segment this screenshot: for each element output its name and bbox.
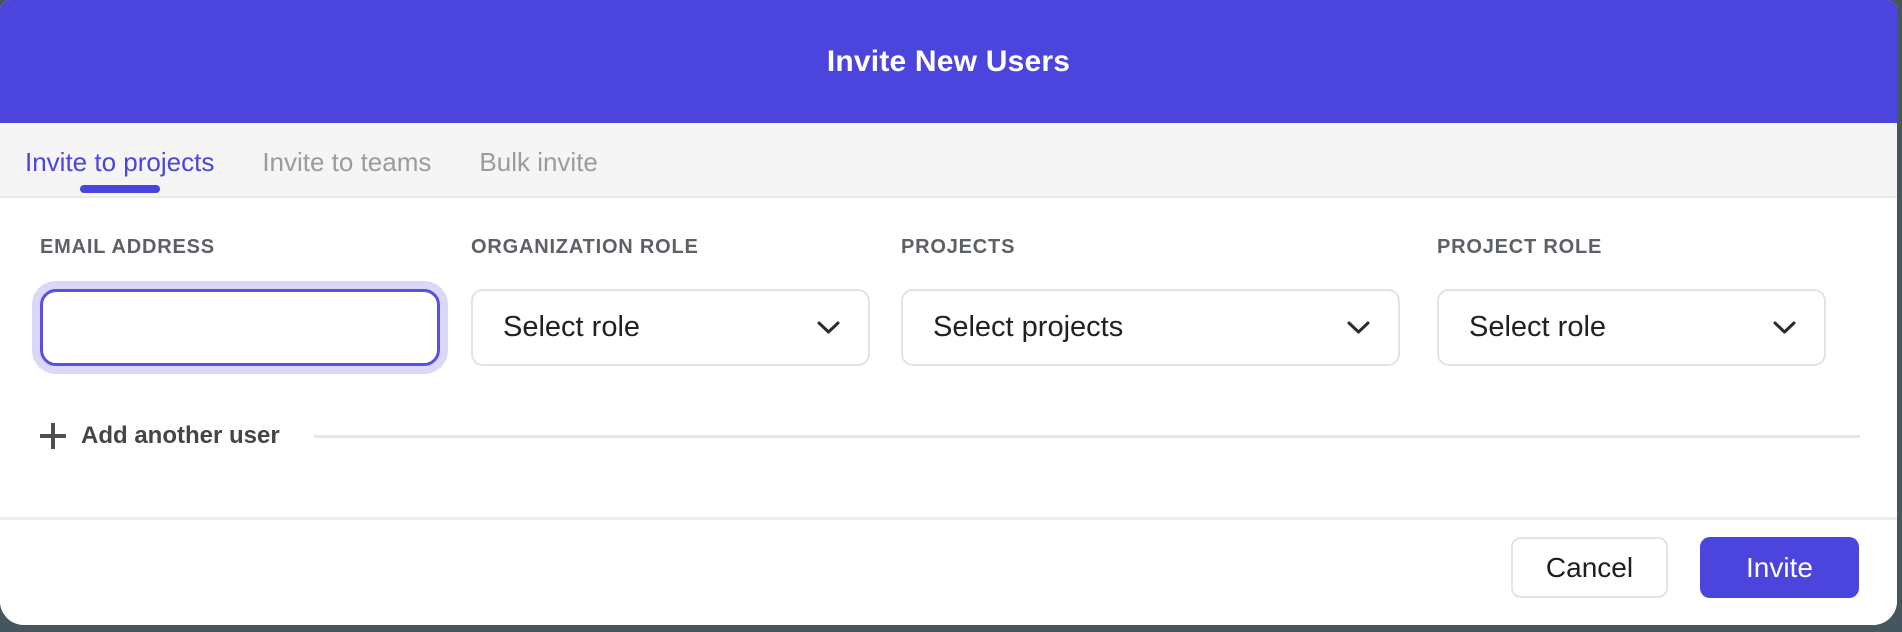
page-background: Invite New Users Invite to projects Invi…: [0, 0, 1902, 632]
projects-label: PROJECTS: [901, 236, 1400, 259]
chevron-down-icon: [1347, 321, 1370, 334]
tab-label: Invite to teams: [262, 147, 431, 178]
project-role-select[interactable]: Select role: [1437, 289, 1826, 366]
organization-role-field-group: ORGANIZATION ROLE Select role: [471, 236, 870, 366]
dialog-header: Invite New Users: [0, 0, 1897, 123]
projects-value: Select projects: [933, 311, 1123, 344]
add-another-user-button[interactable]: Add another user: [40, 422, 280, 450]
projects-select[interactable]: Select projects: [901, 289, 1400, 366]
tab-bar: Invite to projects Invite to teams Bulk …: [0, 123, 1897, 198]
dialog-title: Invite New Users: [827, 45, 1070, 79]
projects-field-group: PROJECTS Select projects: [901, 236, 1400, 366]
organization-role-value: Select role: [503, 311, 640, 344]
invite-new-users-dialog: Invite New Users Invite to projects Invi…: [0, 0, 1897, 625]
cancel-button[interactable]: Cancel: [1511, 537, 1668, 598]
tab-invite-to-projects[interactable]: Invite to projects: [25, 123, 214, 196]
organization-role-label: ORGANIZATION ROLE: [471, 236, 870, 259]
tab-invite-to-teams[interactable]: Invite to teams: [262, 123, 431, 196]
email-address-label: EMAIL ADDRESS: [40, 236, 440, 259]
project-role-field-group: PROJECT ROLE Select role: [1437, 236, 1826, 366]
cancel-button-label: Cancel: [1546, 552, 1633, 584]
email-address-field-group: EMAIL ADDRESS: [40, 236, 440, 366]
tab-label: Bulk invite: [479, 147, 598, 178]
horizontal-divider: [314, 435, 1860, 438]
project-role-label: PROJECT ROLE: [1437, 236, 1826, 259]
add-user-row: Add another user: [40, 416, 1860, 456]
email-address-input[interactable]: [40, 289, 440, 366]
add-another-user-label: Add another user: [81, 422, 280, 450]
tab-bulk-invite[interactable]: Bulk invite: [479, 123, 598, 196]
organization-role-select[interactable]: Select role: [471, 289, 870, 366]
form-area: EMAIL ADDRESS ORGANIZATION ROLE Select r…: [0, 198, 1897, 517]
invite-button[interactable]: Invite: [1700, 537, 1859, 598]
dialog-footer: Cancel Invite: [0, 517, 1897, 625]
invite-button-label: Invite: [1746, 552, 1813, 584]
tab-label: Invite to projects: [25, 147, 214, 178]
chevron-down-icon: [1773, 321, 1796, 334]
active-tab-indicator: [80, 185, 160, 193]
chevron-down-icon: [817, 321, 840, 334]
project-role-value: Select role: [1469, 311, 1606, 344]
plus-icon: [40, 423, 66, 449]
